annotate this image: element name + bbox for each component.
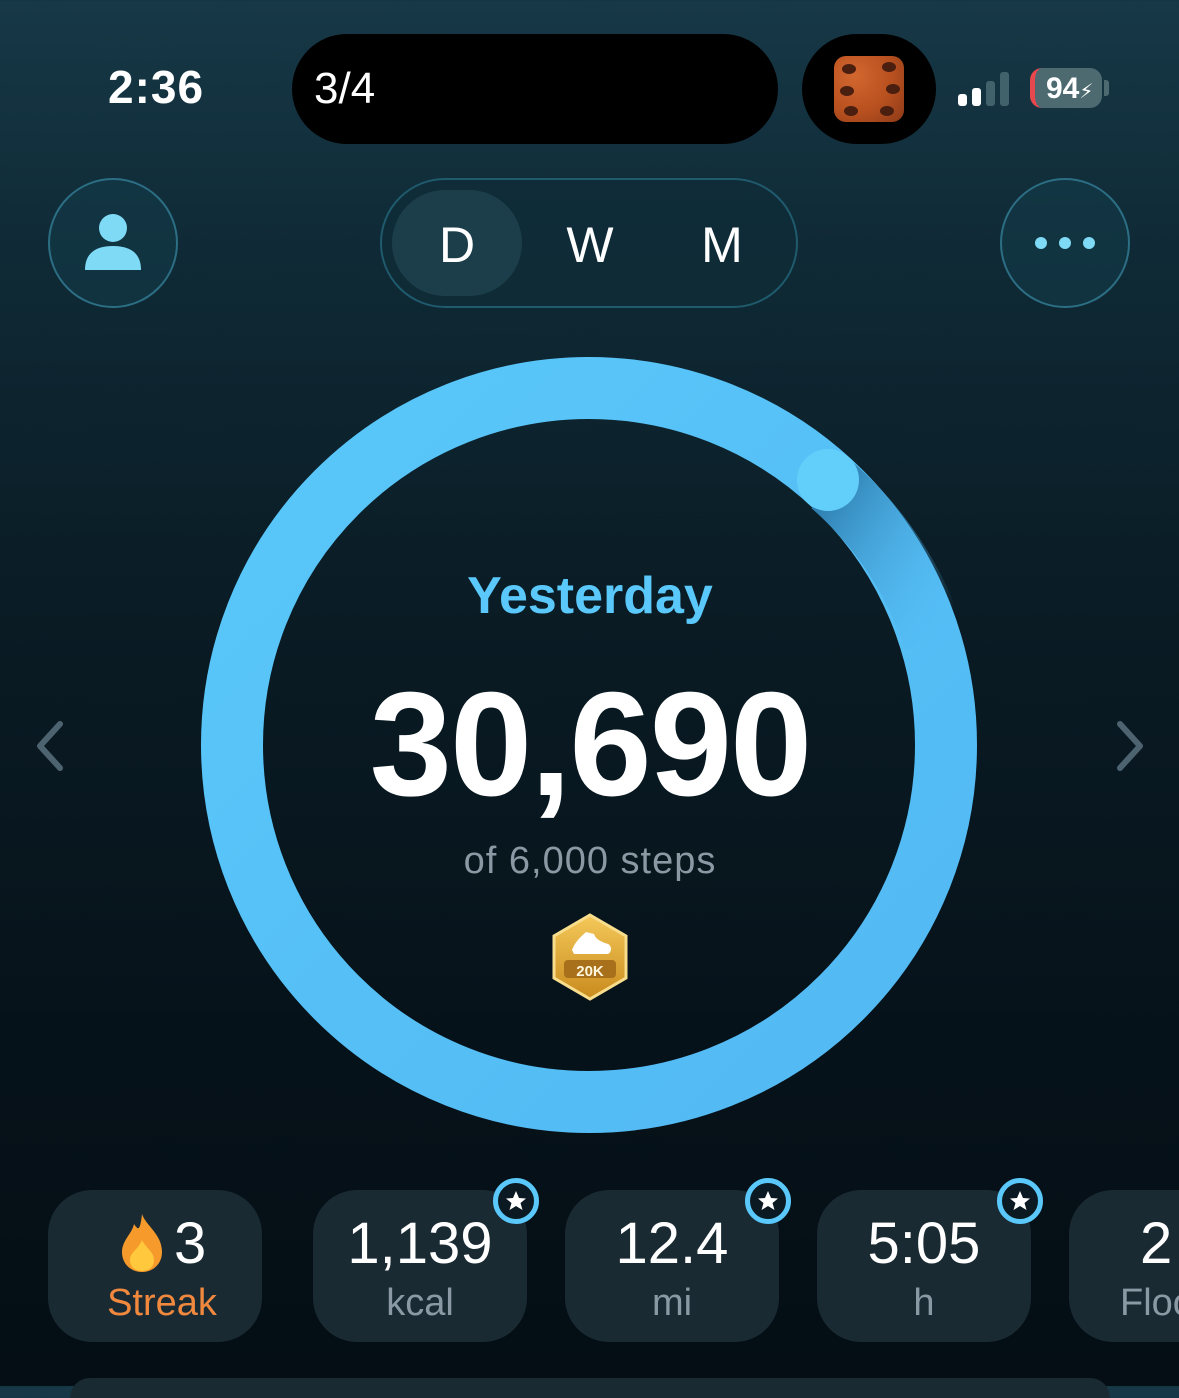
ring-overlap-shade (811, 461, 965, 651)
streak-label: Streak (107, 1282, 217, 1324)
next-day-chevron-icon[interactable] (1110, 716, 1150, 776)
achievement-badge[interactable]: 20K (550, 912, 630, 1002)
previous-day-chevron-icon[interactable] (30, 716, 70, 776)
period-label: Yesterday (467, 567, 713, 625)
star-badge-icon (745, 1178, 791, 1224)
star-badge-icon (493, 1178, 539, 1224)
floors-unit: Floors (1120, 1282, 1179, 1324)
step-count: 30,690 (369, 662, 813, 827)
calories-value: 1,139 (347, 1211, 493, 1276)
star-badge-icon (997, 1178, 1043, 1224)
distance-unit: mi (651, 1282, 693, 1324)
distance-value: 12.4 (615, 1211, 729, 1276)
floors-value: 2 (1140, 1211, 1173, 1276)
badge-label: 20K (576, 963, 604, 980)
flame-icon (122, 1214, 162, 1272)
duration-unit: h (913, 1282, 935, 1324)
bottom-sheet-edge (70, 1378, 1110, 1398)
ring-end-cap (797, 449, 859, 511)
calories-unit: kcal (386, 1282, 454, 1324)
streak-value: 3 (174, 1211, 207, 1276)
duration-value: 5:05 (867, 1211, 981, 1276)
shoe-badge-icon (552, 913, 628, 1001)
step-goal: of 6,000 steps (463, 840, 717, 882)
